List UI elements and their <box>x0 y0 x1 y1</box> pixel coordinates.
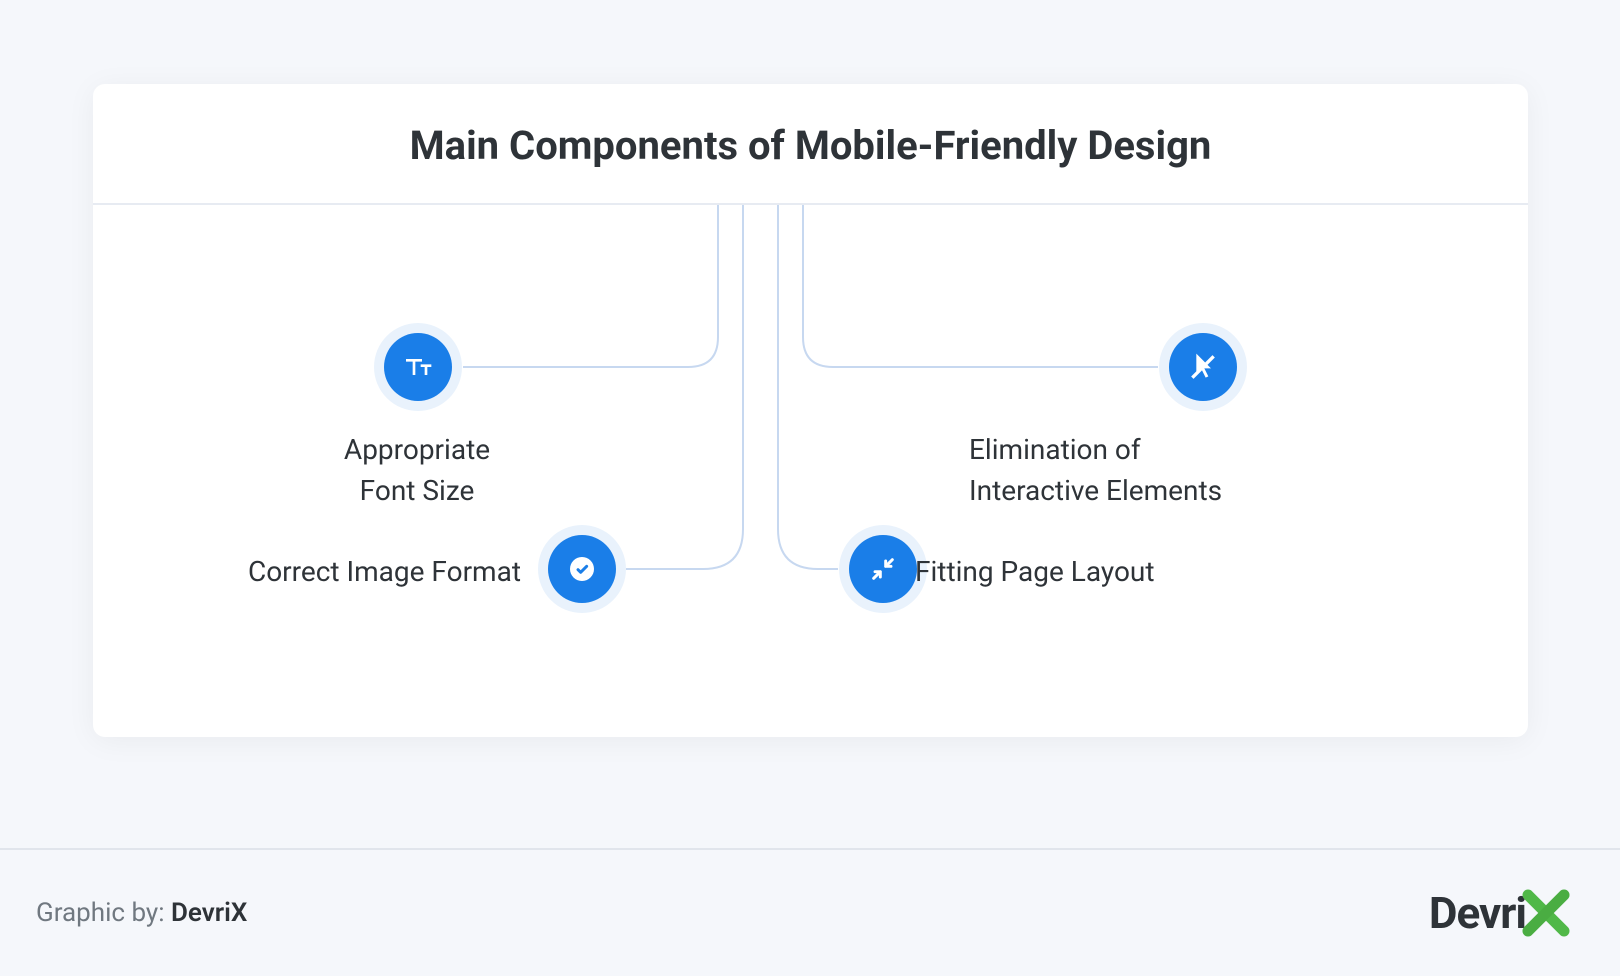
elimination-label-line1: Elimination of <box>969 433 1141 466</box>
no-cursor-icon <box>1169 333 1237 401</box>
font-size-label-line1: Appropriate <box>344 433 490 466</box>
diagram-area: Appropriate Font Size Elimination of Int… <box>93 205 1528 745</box>
logo-x-icon <box>1522 889 1570 937</box>
font-size-label: Appropriate Font Size <box>267 430 567 511</box>
attribution-prefix: Graphic by: <box>36 898 171 928</box>
logo-text: Devri <box>1429 887 1526 939</box>
collapse-arrows-icon <box>849 535 917 603</box>
diagram-title: Main Components of Mobile-Friendly Desig… <box>93 84 1528 205</box>
attribution-brand: DevriX <box>171 898 247 928</box>
image-format-label: Correct Image Format <box>166 552 521 593</box>
font-size-icon <box>384 333 452 401</box>
page-layout-label: Fitting Page Layout <box>915 552 1315 593</box>
check-circle-icon <box>548 535 616 603</box>
elimination-label: Elimination of Interactive Elements <box>969 430 1419 511</box>
footer: Graphic by: DevriX Devri <box>0 848 1620 976</box>
diagram-card: Main Components of Mobile-Friendly Desig… <box>93 84 1528 737</box>
devrix-logo: Devri <box>1429 887 1570 939</box>
font-size-label-line2: Font Size <box>360 474 475 507</box>
elimination-label-line2: Interactive Elements <box>969 474 1222 507</box>
attribution: Graphic by: DevriX <box>36 898 247 928</box>
